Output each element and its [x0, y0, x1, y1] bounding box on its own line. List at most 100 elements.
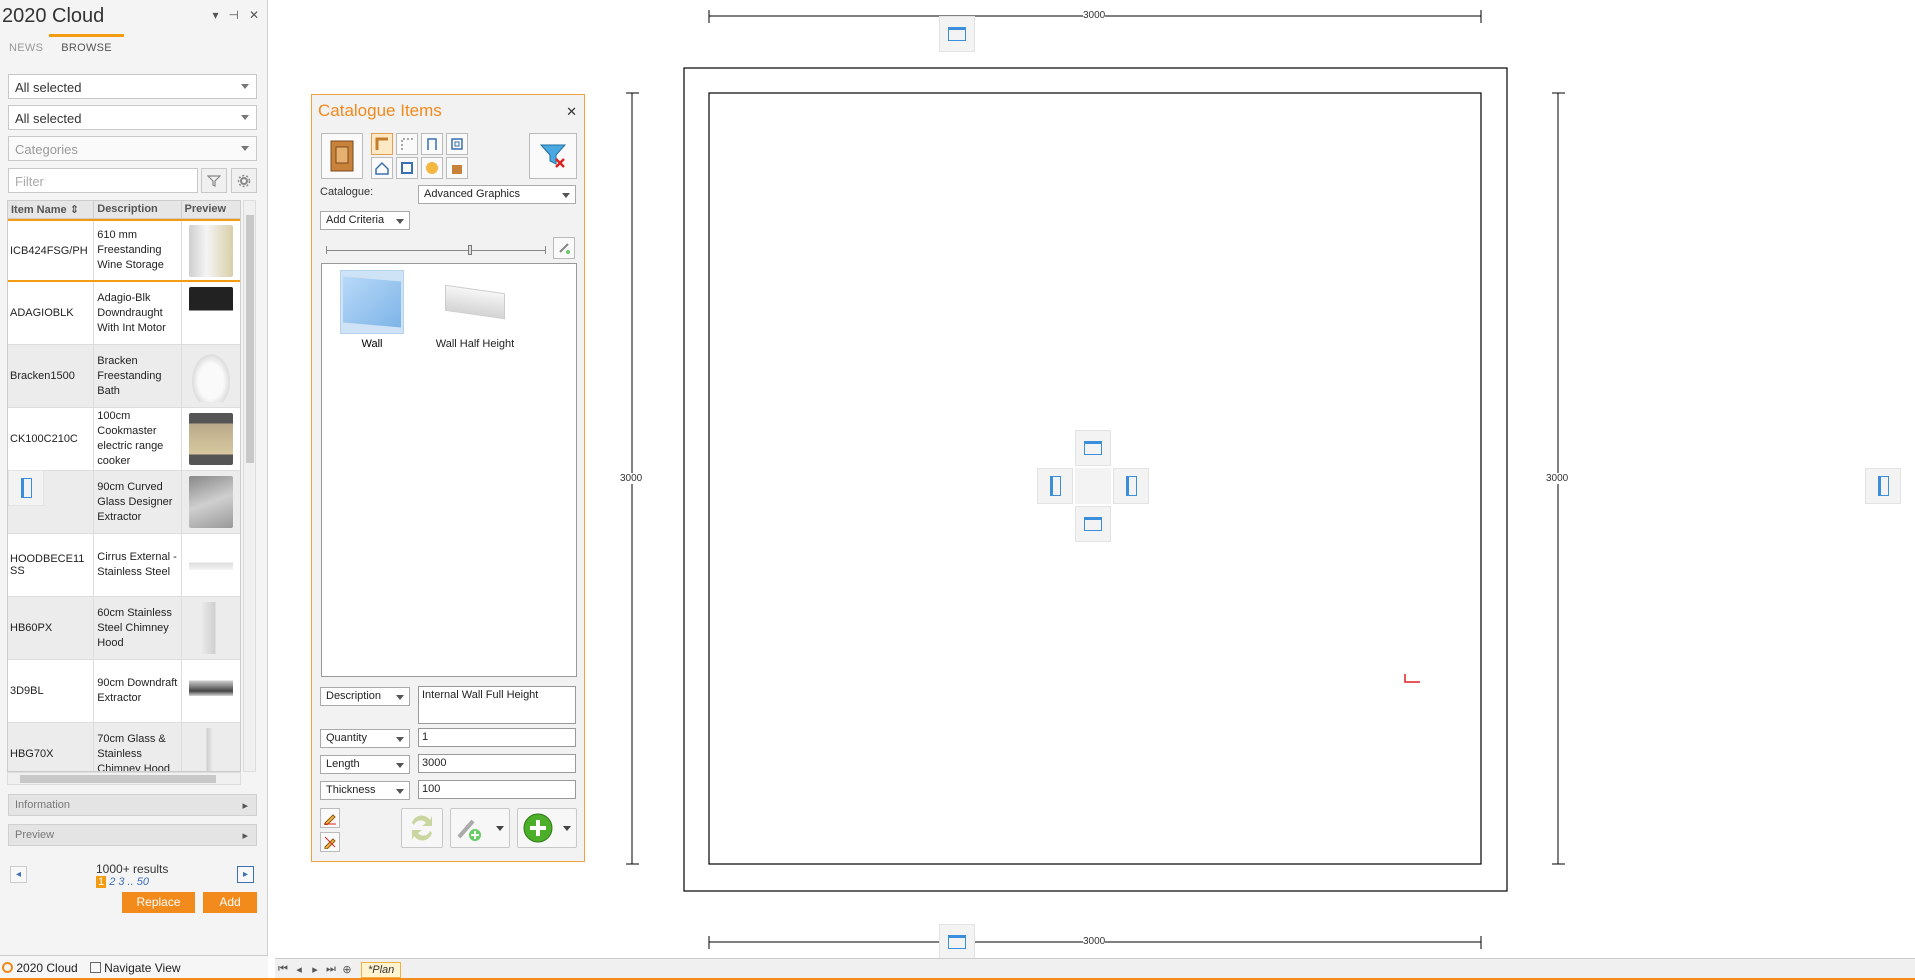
wall-view-icon — [1049, 476, 1061, 496]
col-preview[interactable]: Preview — [182, 201, 241, 218]
roof-icon[interactable] — [371, 157, 393, 179]
catalogue-item-wall-half-height[interactable]: Wall Half Height — [430, 270, 520, 350]
nav-center — [1075, 468, 1111, 504]
next-page-button[interactable]: ▸ — [237, 866, 254, 883]
replace-item-button[interactable] — [401, 808, 443, 848]
quantity-field[interactable]: 1 — [418, 728, 576, 747]
close-icon[interactable]: ✕ — [249, 8, 259, 22]
add-button[interactable]: Add — [203, 892, 257, 913]
length-field[interactable]: 3000 — [418, 754, 576, 773]
first-sheet-icon[interactable]: ⏮ — [275, 963, 291, 976]
nav-up-button[interactable] — [1075, 430, 1111, 466]
table-row[interactable]: CK100C210C 100cm Cookmaster electric rang… — [8, 408, 240, 471]
catalogue-select[interactable]: Advanced Graphics — [418, 185, 576, 204]
extractor-preview-image — [188, 476, 233, 528]
item-description: Cirrus External - Stainless Steel — [94, 534, 182, 596]
funnel-icon[interactable] — [201, 168, 227, 193]
dimension-bottom: 3000 — [1083, 936, 1106, 947]
page-current[interactable]: 1 — [96, 876, 107, 888]
col-item-name[interactable]: Item Name ⇕ — [8, 201, 95, 218]
table-row[interactable]: HB60PX 60cm Stainless Steel Chimney Hood — [8, 597, 240, 660]
edit-pencil-alt-icon[interactable] — [320, 832, 340, 852]
status-bar: 2020 Cloud Navigate View — [0, 955, 268, 980]
status-cloud[interactable]: 2020 Cloud — [2, 961, 78, 975]
light-icon[interactable] — [421, 157, 443, 179]
prev-sheet-icon[interactable]: ◂ — [291, 963, 307, 976]
catalogue-label: Catalogue: — [320, 186, 374, 198]
categories-select[interactable]: Categories — [8, 136, 257, 161]
wall-view-icon — [1877, 476, 1889, 496]
dimension-left: 3000 — [620, 473, 643, 484]
property-select-thickness[interactable]: Thickness — [320, 781, 410, 800]
catalogue-item-wall[interactable]: Wall — [340, 270, 404, 350]
nav-left-button[interactable] — [1037, 468, 1073, 504]
close-icon[interactable]: ✕ — [566, 104, 577, 120]
settings-gear-icon[interactable] — [231, 168, 257, 193]
bath-preview-image — [188, 350, 233, 402]
item-name: CK100C210C — [8, 408, 95, 470]
table-row[interactable]: ICB424FSG/PH 610 mm Freestanding Wine Sto… — [8, 219, 240, 282]
filter-select-1[interactable]: All selected — [8, 74, 257, 99]
information-section[interactable]: Information ▸ — [8, 794, 257, 816]
frame-icon[interactable] — [396, 157, 418, 179]
link-item-button[interactable] — [450, 808, 510, 848]
page-links[interactable]: 2 3 .. 50 — [109, 876, 149, 888]
property-select-length[interactable]: Length — [320, 755, 410, 774]
last-sheet-icon[interactable]: ⏭ — [323, 963, 339, 976]
property-select-quantity[interactable]: Quantity — [320, 729, 410, 748]
add-criteria-select[interactable]: Add Criteria — [320, 211, 410, 230]
catalogue-items-dialog: Catalogue Items ✕ Catalogue: Advanced Gr… — [311, 94, 585, 862]
add-item-button[interactable] — [517, 808, 577, 848]
catalogue-book-icon[interactable] — [321, 133, 363, 179]
table-horizontal-scrollbar[interactable] — [7, 772, 241, 785]
filter-select-2[interactable]: All selected — [8, 105, 257, 130]
clear-filter-icon[interactable] — [529, 133, 577, 179]
size-slider-track[interactable] — [326, 250, 546, 251]
wall-view-icon — [1084, 441, 1102, 455]
tab-browse[interactable]: BROWSE — [49, 34, 124, 54]
table-row[interactable]: Bracken1500 Bracken Freestanding Bath — [8, 345, 240, 408]
preview-section[interactable]: Preview ▸ — [8, 824, 257, 846]
view-up-button[interactable] — [939, 16, 975, 52]
hood-flat-preview-image — [188, 539, 233, 591]
table-row[interactable]: HBG70X 70cm Glass & Stainless Chimney Hoo… — [8, 723, 240, 771]
dropdown-icon[interactable]: ▾ — [212, 8, 218, 22]
nav-down-button[interactable] — [1075, 506, 1111, 542]
thickness-field[interactable]: 100 — [418, 780, 576, 799]
prev-page-button[interactable]: ◂ — [10, 866, 27, 883]
size-slider-thumb[interactable] — [468, 245, 472, 255]
description-field[interactable]: Internal Wall Full Height — [418, 686, 576, 724]
dashed-wall-icon[interactable] — [396, 133, 418, 155]
table-row[interactable]: HOODBECE11SS Cirrus External - Stainless … — [8, 534, 240, 597]
view-down-button[interactable] — [939, 924, 975, 960]
checkbox-icon — [89, 962, 101, 973]
view-right-button[interactable] — [1865, 468, 1901, 504]
next-sheet-icon[interactable]: ▸ — [307, 963, 323, 976]
pin-icon[interactable]: ⊣ — [228, 8, 238, 22]
wall-corner-icon[interactable] — [371, 133, 393, 155]
status-navigate-view[interactable]: Navigate View — [89, 961, 181, 975]
add-sheet-icon[interactable]: ⊕ — [339, 963, 355, 976]
view-left-button[interactable] — [8, 470, 44, 506]
item-description: 90cm Downdraft Extractor — [94, 660, 182, 722]
table-vertical-scrollbar[interactable] — [243, 200, 256, 772]
filter-input[interactable]: Filter — [8, 168, 198, 193]
edit-pencil-icon[interactable] — [320, 808, 340, 828]
wall-view-icon — [948, 935, 966, 949]
item-name: Bracken1500 — [8, 345, 95, 407]
table-row[interactable]: 3D9BL 90cm Downdraft Extractor — [8, 660, 240, 723]
link-options-icon[interactable] — [553, 237, 575, 259]
window-icon[interactable] — [446, 133, 468, 155]
furniture-icon[interactable] — [446, 157, 468, 179]
property-select-description[interactable]: Description — [320, 687, 410, 706]
chevron-down-icon — [496, 826, 504, 831]
door-icon[interactable] — [421, 133, 443, 155]
nav-right-button[interactable] — [1113, 468, 1149, 504]
col-description[interactable]: Description — [94, 201, 182, 218]
tab-news[interactable]: NEWS — [9, 42, 43, 54]
link-icon — [457, 819, 481, 841]
table-row[interactable]: ADAGIOBLK Adagio-Blk Downdraught With Int… — [8, 282, 240, 345]
tab-plan[interactable]: *Plan — [361, 961, 402, 978]
replace-button[interactable]: Replace — [122, 892, 195, 913]
item-description: 90cm Curved Glass Designer Extractor — [94, 471, 182, 533]
